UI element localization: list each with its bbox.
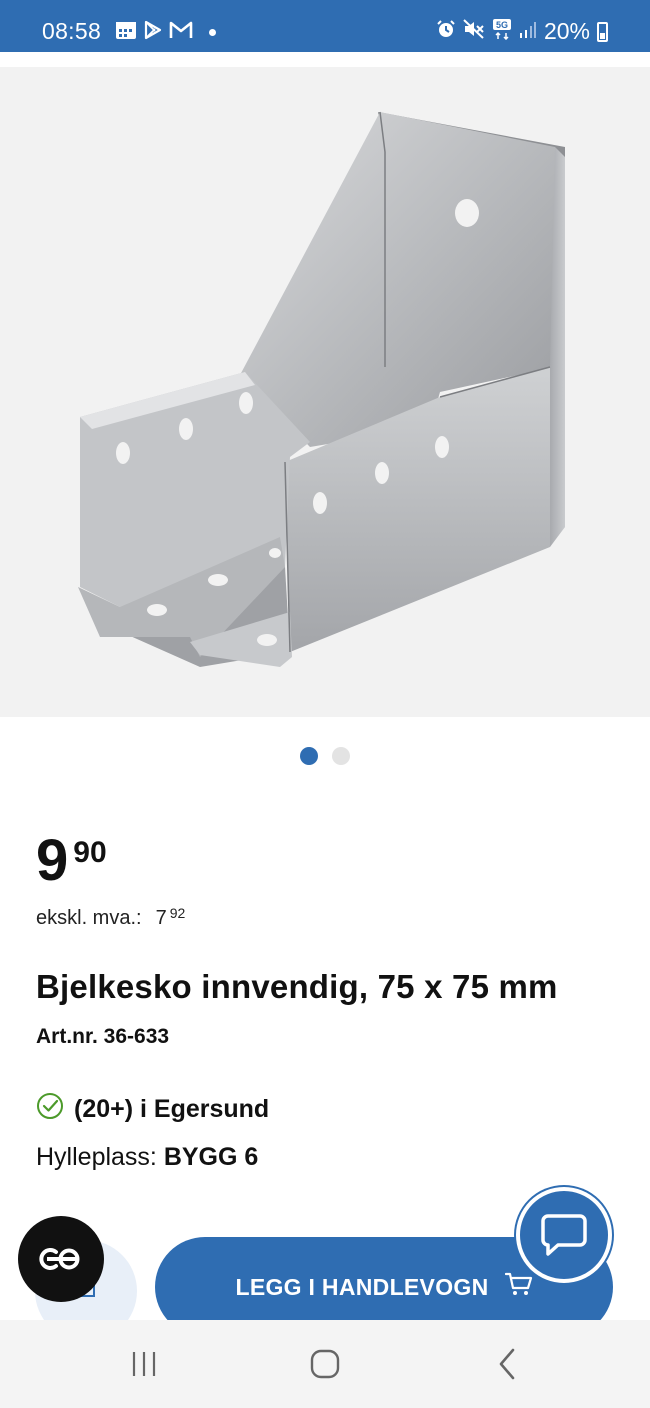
5g-icon: 5G xyxy=(492,18,512,45)
status-system-icons: 5G 20% xyxy=(436,18,608,45)
battery-percentage: 20% xyxy=(543,18,590,44)
price-main: 9 xyxy=(36,828,68,893)
joist-hanger-image xyxy=(78,111,565,667)
price-excl-vat: ekskl. mva.: 7 92 xyxy=(36,905,186,930)
network-type-label: 5G xyxy=(496,20,508,30)
shelf-location: Hylleplass: BYGG 6 xyxy=(36,1143,258,1172)
product-price: 9 90 xyxy=(36,832,107,890)
ex-vat-cents: 92 xyxy=(169,905,186,921)
carousel-dot-2[interactable] xyxy=(332,747,350,765)
chat-bubble-icon xyxy=(541,1214,587,1256)
co-button[interactable] xyxy=(18,1216,104,1302)
shelf-value: BYGG 6 xyxy=(163,1143,259,1171)
back-icon[interactable] xyxy=(488,1348,528,1380)
stock-status[interactable]: (20+) i Egersund xyxy=(36,1092,269,1127)
system-navigation-bar xyxy=(0,1320,650,1408)
status-notification-icons xyxy=(115,20,216,45)
price-cents: 90 xyxy=(73,836,107,869)
home-icon[interactable] xyxy=(305,1348,345,1380)
alarm-icon xyxy=(436,19,456,44)
signal-icon xyxy=(519,19,537,44)
check-circle-icon xyxy=(36,1092,64,1127)
image-carousel-indicator xyxy=(0,747,650,765)
chat-button[interactable] xyxy=(516,1187,612,1283)
status-bar: 08:58 5G 20% xyxy=(0,0,650,52)
ex-vat-main: 7 xyxy=(155,907,167,929)
mute-icon xyxy=(463,19,485,44)
co-logo-icon xyxy=(39,1248,80,1270)
stock-text: (20+) i Egersund xyxy=(74,1095,270,1123)
product-title: Bjelkesko innvendig, 75 x 75 mm xyxy=(36,968,558,1005)
shelf-label: Hylleplass: xyxy=(36,1143,157,1171)
add-to-cart-label: LEGG I HANDLEVOGN xyxy=(235,1273,489,1300)
product-image[interactable] xyxy=(0,67,650,717)
battery-icon xyxy=(597,21,608,42)
article-number: Art.nr. 36-633 xyxy=(36,1025,170,1048)
recent-apps-icon[interactable] xyxy=(124,1348,164,1380)
cart-icon xyxy=(504,1271,533,1303)
more-notifications-dot xyxy=(209,29,216,36)
calendar-icon xyxy=(115,20,137,45)
carousel-dot-1[interactable] xyxy=(300,747,318,765)
ex-vat-label: ekskl. mva.: xyxy=(36,907,142,929)
gmail-icon xyxy=(169,20,193,45)
status-time: 08:58 xyxy=(42,18,102,44)
play-store-icon xyxy=(143,20,163,45)
